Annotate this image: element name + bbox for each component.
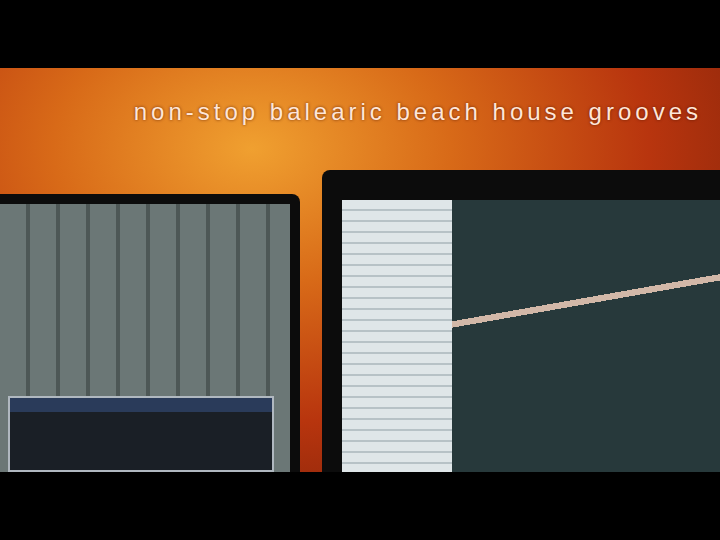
overlay-title: non-stop balearic beach house grooves [134,98,702,138]
bottom-letterbox [0,472,720,540]
mixer-screen [0,204,290,472]
left-monitor [0,194,300,472]
studio-photo: non-stop balearic beach house grooves [0,68,720,472]
top-letterbox [0,0,720,68]
track-list [342,200,452,472]
timeline [452,200,720,472]
right-monitor [322,170,720,472]
video-frame: non-stop balearic beach house grooves [0,0,720,540]
arrange-screen [342,200,720,472]
plugin-window [8,396,274,472]
